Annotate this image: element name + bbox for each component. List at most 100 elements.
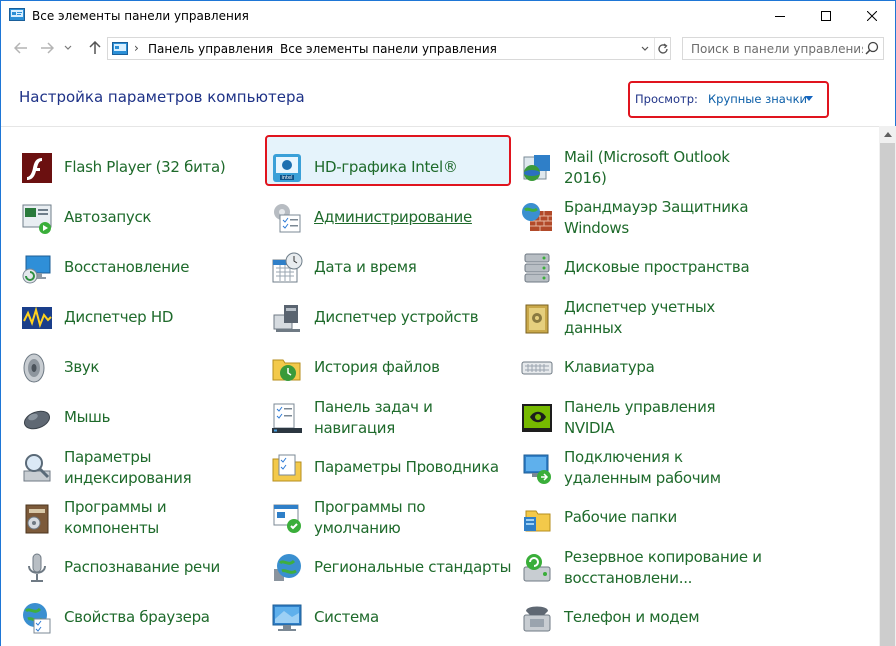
control-panel-icon [9, 8, 25, 21]
control-panel-item[interactable]: Диспетчер HD [20, 297, 260, 345]
control-panel-item[interactable]: Mail (Microsoft Outlook 2016) [520, 147, 760, 195]
control-panel-item[interactable]: Рабочие папки [520, 497, 760, 545]
item-label[interactable]: Телефон и модем [564, 607, 764, 628]
phone-modem-icon [520, 601, 554, 635]
control-panel-item[interactable]: Flash Player (32 бита) [20, 147, 260, 195]
breadcrumb-separator-icon: › [134, 41, 139, 55]
control-panel-item[interactable]: Система [270, 597, 510, 645]
item-label[interactable]: Восстановление [64, 257, 264, 278]
up-button[interactable] [87, 40, 103, 56]
item-label[interactable]: Диспетчер HD [64, 307, 264, 328]
control-panel-item[interactable]: Программы и компоненты [20, 497, 260, 545]
programs-features-icon [20, 501, 54, 535]
control-panel-item[interactable]: Диспетчер устройств [270, 297, 510, 345]
forward-arrow-icon [41, 42, 54, 54]
item-label[interactable]: Mail (Microsoft Outlook 2016) [564, 147, 764, 189]
back-button[interactable] [13, 40, 29, 56]
item-label[interactable]: Панель управления NVIDIA [564, 397, 764, 439]
scroll-thumb[interactable] [880, 143, 895, 646]
control-panel-item[interactable]: Панель задач и навигация [270, 397, 510, 445]
control-panel-item[interactable]: Параметры индексирования [20, 447, 260, 495]
close-button[interactable] [849, 1, 895, 31]
control-panel-item[interactable]: Восстановление [20, 247, 260, 295]
breadcrumb-all-items[interactable]: Все элементы панели управления [280, 42, 497, 56]
control-panel-item[interactable]: Параметры Проводника [270, 447, 510, 495]
dropdown-arrow-icon[interactable] [805, 96, 813, 101]
item-label[interactable]: Диспетчер учетных данных [564, 297, 764, 339]
control-panel-item[interactable]: Автозапуск [20, 197, 260, 245]
control-panel-item[interactable]: Звук [20, 347, 260, 395]
item-label[interactable]: Flash Player (32 бита) [64, 157, 264, 178]
work-folders-icon [520, 501, 554, 535]
minimize-button[interactable] [757, 1, 803, 31]
item-label[interactable]: Звук [64, 357, 264, 378]
hd-audio-manager-icon [20, 301, 54, 335]
item-label[interactable]: Свойства браузера [64, 607, 264, 628]
scroll-up-arrow-icon [883, 132, 892, 137]
item-label[interactable]: Панель задач и навигация [314, 397, 514, 439]
item-label[interactable]: Автозапуск [64, 207, 264, 228]
item-label[interactable]: Параметры индексирования [64, 447, 264, 489]
refresh-button[interactable] [654, 38, 670, 59]
control-panel-item[interactable]: Диспетчер учетных данных [520, 297, 760, 345]
control-panel-item[interactable]: История файлов [270, 347, 510, 395]
control-panel-item[interactable]: Региональные стандарты [270, 547, 512, 595]
item-label[interactable]: Дисковые пространства [564, 257, 764, 278]
search-box[interactable] [682, 37, 884, 60]
control-panel-item[interactable]: Программы по умолчанию [270, 497, 510, 545]
recovery-icon [20, 251, 54, 285]
page-title: Настройка параметров компьютера [19, 88, 305, 106]
view-selector: Просмотр: Крупные значки [628, 81, 829, 118]
control-panel-item[interactable]: intel HD-графика Intel® [270, 147, 510, 195]
region-icon [270, 551, 304, 585]
control-panel-item[interactable]: Дата и время [270, 247, 510, 295]
control-panel-item[interactable]: Свойства браузера [20, 597, 260, 645]
item-label[interactable]: Подключения к удаленным рабочим [564, 447, 764, 489]
item-label[interactable]: Дата и время [314, 257, 514, 278]
address-bar[interactable]: › Панель управления › Все элементы панел… [107, 37, 671, 60]
control-panel-item[interactable]: Распознавание речи [20, 547, 260, 595]
nvidia-icon [520, 401, 554, 435]
item-label[interactable]: Параметры Проводника [314, 457, 514, 478]
forward-button[interactable] [39, 40, 55, 56]
control-panel-item[interactable]: Клавиатура [520, 347, 760, 395]
indexing-icon [20, 451, 54, 485]
item-label[interactable]: Резервное копирование и восстановлени... [564, 547, 764, 589]
view-mode-dropdown[interactable]: Крупные значки [708, 92, 807, 106]
control-panel-item[interactable]: Резервное копирование и восстановлени... [520, 547, 762, 595]
control-panel-item[interactable]: Панель управления NVIDIA [520, 397, 760, 445]
scroll-up-button[interactable] [879, 126, 896, 143]
item-label[interactable]: Программы по умолчанию [314, 497, 514, 539]
item-label[interactable]: Клавиатура [564, 357, 764, 378]
item-label[interactable]: История файлов [314, 357, 514, 378]
vertical-scrollbar[interactable] [879, 126, 896, 646]
breadcrumb-control-panel[interactable]: Панель управления [148, 42, 273, 56]
breadcrumb-separator-icon: › [266, 41, 271, 55]
control-panel-item[interactable]: Подключения к удаленным рабочим [520, 447, 760, 495]
item-label[interactable]: Администрирование [314, 207, 514, 228]
search-icon[interactable] [865, 41, 879, 55]
item-label[interactable]: Мышь [64, 407, 264, 428]
control-panel-item[interactable]: Мышь [20, 397, 260, 445]
item-label[interactable]: Программы и компоненты [64, 497, 264, 539]
item-label[interactable]: Распознавание речи [64, 557, 264, 578]
search-input[interactable] [683, 38, 863, 59]
item-label[interactable]: Рабочие папки [564, 507, 764, 528]
explorer-options-icon [270, 451, 304, 485]
item-label[interactable]: Система [314, 607, 514, 628]
control-panel-item[interactable]: Телефон и модем [520, 597, 760, 645]
address-history-button[interactable] [636, 38, 654, 59]
control-panel-item[interactable]: Брандмауэр Защитника Windows [520, 197, 760, 245]
item-label[interactable]: Диспетчер устройств [314, 307, 514, 328]
navigation-bar: › Панель управления › Все элементы панел… [0, 31, 896, 65]
maximize-button[interactable] [803, 1, 849, 31]
close-icon [867, 11, 877, 21]
item-label[interactable]: Региональные стандарты [314, 557, 514, 578]
control-panel-item[interactable]: Администрирование [270, 197, 510, 245]
refresh-icon [657, 42, 668, 54]
up-arrow-icon [89, 41, 101, 54]
item-label[interactable]: Брандмауэр Защитника Windows [564, 197, 764, 239]
item-label[interactable]: HD-графика Intel® [314, 157, 514, 178]
control-panel-item[interactable]: Дисковые пространства [520, 247, 760, 295]
recent-locations-button[interactable] [63, 40, 73, 56]
